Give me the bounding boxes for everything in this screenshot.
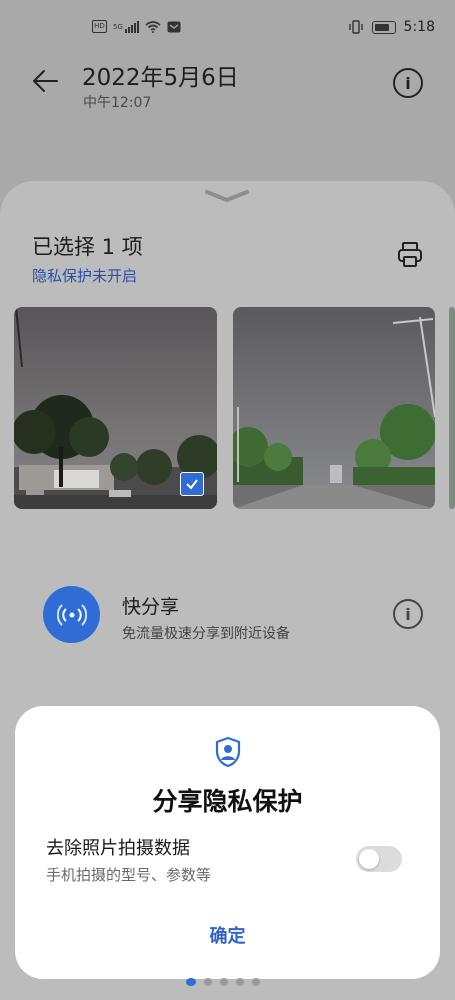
message-icon — [167, 21, 181, 32]
status-right-icons: 5:18 — [348, 19, 435, 35]
remove-metadata-label: 去除照片拍摄数据 — [46, 838, 190, 859]
selected-checkbox[interactable] — [180, 472, 204, 496]
page-dot-active — [186, 978, 196, 986]
remove-metadata-toggle[interactable] — [356, 846, 402, 872]
page-dot — [236, 978, 244, 986]
vibrate-icon — [348, 20, 363, 34]
status-time: 5:18 — [403, 19, 435, 35]
page-subtitle: 中午12:07 — [83, 95, 152, 111]
quick-share-item[interactable]: 快分享 免流量极速分享到附近设备 i — [0, 581, 455, 651]
status-left-icons: HD 5G — [92, 20, 181, 33]
photo-thumbnail[interactable] — [233, 307, 435, 509]
photo-thumbnails — [0, 307, 455, 509]
quick-share-info-icon[interactable]: i — [393, 599, 423, 629]
photo-road-image — [233, 307, 435, 509]
confirm-button[interactable]: 确定 — [15, 922, 440, 948]
info-icon[interactable]: i — [393, 68, 423, 98]
page-title: 2022年5月6日 — [82, 65, 239, 91]
page-indicator — [186, 978, 260, 986]
shield-user-icon — [215, 736, 241, 768]
selection-title: 已选择 1 项 — [32, 235, 143, 259]
network-label: 5G — [113, 22, 123, 31]
page-dot — [252, 978, 260, 986]
collapse-handle-icon[interactable] — [205, 189, 249, 203]
wifi-icon — [145, 20, 161, 33]
remove-metadata-description: 手机拍摄的型号、参数等 — [46, 866, 212, 884]
privacy-dialog: 分享隐私保护 去除照片拍摄数据 手机拍摄的型号、参数等 确定 — [15, 706, 440, 979]
photo-header: 2022年5月6日 中午12:07 i — [0, 58, 455, 118]
hd-icon: HD — [92, 20, 107, 33]
photo-thumbnail-partial — [449, 307, 455, 509]
toggle-knob — [359, 849, 379, 869]
page-dot — [204, 978, 212, 986]
page-dot — [220, 978, 228, 986]
dialog-title: 分享隐私保护 — [152, 787, 303, 816]
print-icon[interactable] — [397, 241, 423, 269]
signal-icon — [124, 20, 139, 33]
back-arrow-icon[interactable] — [30, 66, 60, 96]
photo-thumbnail[interactable] — [14, 307, 217, 509]
check-icon — [186, 479, 198, 490]
quick-share-subtitle: 免流量极速分享到附近设备 — [122, 626, 290, 642]
privacy-protection-link[interactable]: 隐私保护未开启 — [32, 265, 137, 286]
quick-share-title: 快分享 — [122, 596, 180, 618]
quick-share-icon — [43, 586, 100, 643]
status-bar: HD 5G 5:18 — [0, 0, 455, 58]
battery-icon — [371, 20, 396, 34]
